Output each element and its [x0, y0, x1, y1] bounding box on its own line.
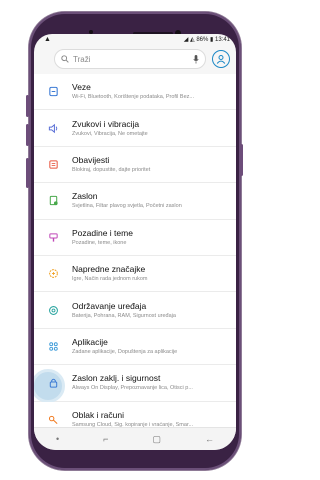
item-title: Napredne značajke	[72, 264, 146, 275]
display-icon	[49, 196, 58, 206]
item-subtitle: Pozadine, teme, ikone	[72, 239, 127, 246]
item-subtitle: Blokiraj, dopustite, dajte prioritet	[72, 166, 151, 173]
lock-icon	[49, 379, 57, 388]
settings-item-connections[interactable]: Veze Wi-Fi, Bluetooth, Korištenje podatak…	[34, 74, 236, 111]
battery-percent: 86%	[196, 37, 209, 43]
screen: ▲ ◢ ◭ 86% ▮ 13:41 Traži Veze Wi-Fi, Blue…	[34, 34, 236, 450]
item-title: Pozadine i teme	[72, 227, 133, 238]
account-button[interactable]	[212, 50, 230, 68]
item-subtitle: Igre, Način rada jednom rukom	[72, 276, 148, 283]
home-icon[interactable]: ▢	[152, 434, 161, 445]
item-title: Održavanje uređaja	[72, 300, 147, 311]
settings-item-notifications[interactable]: Obavijesti Blokiraj, dopustite, dajte pri…	[34, 146, 236, 184]
settings-item-sounds[interactable]: Zvukovi i vibracija Zvukovi, Vibracija, N…	[34, 110, 236, 147]
item-title: Aplikacije	[72, 336, 108, 347]
recents-icon[interactable]: ⌐	[103, 434, 108, 444]
item-title: Zvukovi i vibracija	[72, 118, 140, 129]
settings-item-apps[interactable]: Aplikacije Zadane aplikacije, Dopuštenja …	[34, 328, 236, 366]
settings-list: Veze Wi-Fi, Bluetooth, Korištenje podatak…	[34, 74, 236, 438]
settings-item-advanced[interactable]: Napredne značajke Igre, Način rada jednom…	[34, 255, 236, 293]
item-title: Veze	[72, 82, 91, 93]
item-subtitle: Zvukovi, Vibracija, Ne ometajte	[72, 130, 148, 137]
item-title: Zaslon	[72, 191, 98, 202]
search-icon	[61, 55, 69, 63]
microphone-icon[interactable]	[193, 54, 199, 64]
bixby-button	[26, 158, 29, 188]
item-subtitle: Svjetlina, Filtar plavog svjetla, Početn…	[72, 203, 182, 210]
search-row: Traži	[34, 45, 236, 73]
navigation-bar: • ⌐ ▢ ←	[34, 427, 236, 450]
signal-icon: ◢ ◭	[183, 37, 197, 43]
item-subtitle: Always On Display, Prepoznavanje lica, O…	[72, 385, 193, 392]
item-subtitle: Wi-Fi, Bluetooth, Korištenje podataka, P…	[72, 94, 194, 101]
apps-grid-icon	[48, 342, 58, 351]
settings-item-maintenance[interactable]: Održavanje uređaja Baterija, Pohrana, RAM…	[34, 292, 236, 329]
item-title: Oblak i računi	[72, 409, 124, 420]
status-right: ◢ ◭ 86% ▮ 13:41	[184, 36, 230, 43]
nav-dot-icon[interactable]: •	[56, 434, 59, 444]
brush-icon	[48, 233, 58, 242]
power-button	[240, 144, 243, 176]
notification-triangle-icon: ▲	[44, 36, 51, 43]
key-icon	[48, 415, 58, 424]
settings-item-lockscreen[interactable]: Zaslon zaklj. i sigurnost Always On Displ…	[34, 365, 236, 403]
status-bar: ▲ ◢ ◭ 86% ▮ 13:41	[34, 34, 236, 45]
connections-icon	[48, 87, 58, 97]
maintenance-icon	[48, 305, 58, 315]
search-input[interactable]: Traži	[54, 49, 206, 69]
settings-item-wallpapers[interactable]: Pozadine i teme Pozadine, teme, ikone	[34, 219, 236, 256]
notifications-icon	[48, 160, 58, 169]
item-title: Zaslon zaklj. i sigurnost	[72, 373, 161, 384]
account-icon	[216, 55, 226, 64]
volume-down-button	[26, 124, 29, 146]
settings-item-display[interactable]: Zaslon Svjetlina, Filtar plavog svjetla, …	[34, 183, 236, 220]
volume-up-button	[26, 95, 29, 117]
back-icon[interactable]: ←	[205, 434, 214, 444]
clock: 13:41	[214, 37, 230, 43]
item-title: Obavijesti	[72, 154, 110, 165]
speaker-icon	[48, 123, 57, 133]
advanced-gear-icon	[48, 269, 58, 278]
search-placeholder: Traži	[73, 54, 91, 64]
item-subtitle: Zadane aplikacije, Dopuštenja za aplikac…	[72, 348, 178, 355]
item-subtitle: Baterija, Pohrana, RAM, Sigurnost uređaj…	[72, 312, 176, 319]
